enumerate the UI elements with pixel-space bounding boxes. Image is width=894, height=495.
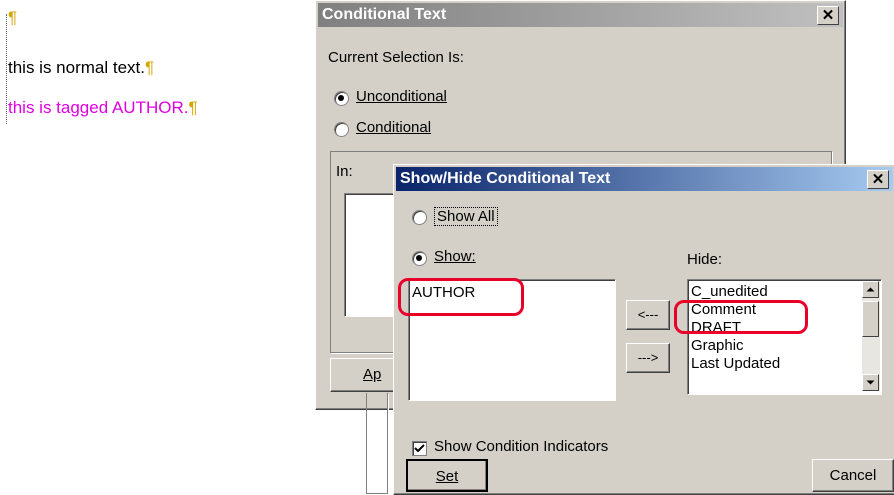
set-button[interactable]: Set [406,459,488,492]
show-indicators-checkbox[interactable] [412,441,427,456]
close-icon[interactable]: ✕ [817,6,839,25]
move-right-button[interactable]: ---> [626,343,670,373]
list-item[interactable]: Last Updated [691,355,780,372]
conditional-text-titlebar: Conditional Text ✕ [318,3,843,27]
unconditional-radio[interactable] [334,91,349,106]
list-item[interactable]: Graphic [691,337,744,354]
tagged-text-paragraph[interactable]: this is tagged AUTHOR.¶ [8,98,198,118]
unconditional-label[interactable]: Unconditional [356,88,447,105]
show-indicators-label[interactable]: Show Condition Indicators [434,438,608,455]
document-area[interactable]: ¶ this is normal text.¶ this is tagged A… [0,0,315,493]
cancel-button[interactable]: Cancel [812,459,894,492]
paragraph-mark: ¶ [188,98,198,117]
hide-list[interactable]: C_unedited Comment DRAFT Graphic Last Up… [687,279,882,395]
move-left-button[interactable]: <--- [626,300,670,330]
conditional-label[interactable]: Conditional [356,119,431,136]
scroll-up-icon[interactable] [862,281,879,298]
partial-frame [366,393,388,494]
list-item[interactable]: C_unedited [691,283,768,300]
comment-highlight-annotation [674,300,808,334]
empty-paragraph: ¶ [8,8,17,28]
showhide-titlebar: Show/Hide Conditional Text ✕ [396,167,893,191]
conditional-radio[interactable] [334,122,349,137]
show-all-radio[interactable] [412,210,427,225]
tagged-text: this is tagged AUTHOR. [8,98,189,117]
dialog-title: Show/Hide Conditional Text [400,170,611,187]
normal-text-paragraph[interactable]: this is normal text.¶ [8,58,154,78]
in-list[interactable] [344,193,396,317]
author-highlight-annotation [398,278,524,316]
dialog-title: Conditional Text [322,6,447,23]
current-selection-label: Current Selection Is: [328,49,464,66]
show-radio[interactable] [412,251,427,266]
scroll-down-icon[interactable] [862,374,879,391]
close-icon[interactable]: ✕ [867,170,889,189]
hide-list-scrollbar[interactable] [862,281,880,391]
show-all-label[interactable]: Show All [434,207,498,226]
show-label[interactable]: Show: [434,248,476,265]
paragraph-mark: ¶ [145,58,155,77]
scroll-thumb[interactable] [862,301,879,337]
text-frame-border [6,14,7,124]
normal-text: this is normal text. [8,58,145,77]
in-label: In: [336,163,353,180]
paragraph-mark: ¶ [8,8,18,27]
showhide-dialog: Show/Hide Conditional Text ✕ Show All Sh… [393,164,894,495]
hide-label: Hide: [687,251,723,268]
